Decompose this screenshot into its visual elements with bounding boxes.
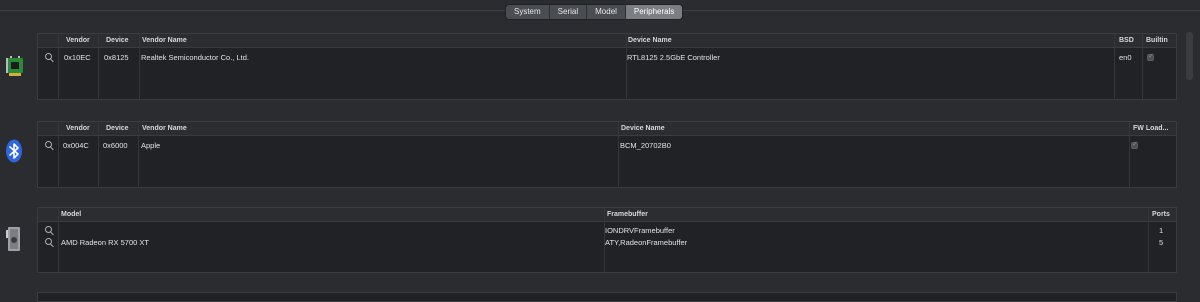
next-table <box>37 292 1177 302</box>
col-header-fw-load[interactable]: FW Load... <box>1133 123 1168 134</box>
column-divider <box>139 34 140 99</box>
col-header-builtin[interactable]: Builtin <box>1146 35 1168 46</box>
tab-peripherals[interactable]: Peripherals <box>624 5 683 19</box>
framebuffer-cell: IONDRVFramebuffer <box>605 226 675 235</box>
col-header-device[interactable]: Device <box>106 123 129 134</box>
ports-cell: 5 <box>1159 238 1164 247</box>
column-divider <box>98 122 99 187</box>
col-header-vendor[interactable]: Vendor <box>66 35 90 46</box>
vendor-cell: 0x10EC <box>64 53 91 62</box>
search-icon[interactable] <box>45 238 52 245</box>
graphics-table: Model Framebuffer Ports IONDRVFramebuffe… <box>37 207 1177 273</box>
column-divider <box>618 122 619 187</box>
bluetooth-icon <box>6 139 22 163</box>
col-header-device[interactable]: Device <box>106 35 129 46</box>
device-cell: 0x6000 <box>103 141 128 150</box>
network-table: Vendor Device Vendor Name Device Name BS… <box>37 33 1177 100</box>
col-header-vendor[interactable]: Vendor <box>66 123 90 134</box>
bsd-cell: en0 <box>1119 53 1132 62</box>
col-header-device-name[interactable]: Device Name <box>621 123 665 134</box>
fw-load-checkbox[interactable] <box>1131 140 1138 149</box>
table-header <box>38 34 1176 48</box>
column-divider <box>1114 34 1115 99</box>
table-header <box>38 122 1176 136</box>
search-icon[interactable] <box>45 226 52 233</box>
column-divider <box>58 208 59 272</box>
builtin-checkbox[interactable] <box>1147 52 1154 61</box>
column-divider <box>58 122 59 187</box>
scrollbar[interactable] <box>1186 32 1193 80</box>
framebuffer-cell: ATY,RadeonFramebuffer <box>605 238 688 247</box>
col-header-model[interactable]: Model <box>61 209 81 220</box>
vendor-name-cell: Apple <box>141 141 161 150</box>
search-icon[interactable] <box>45 141 52 148</box>
model-cell: AMD Radeon RX 5700 XT <box>61 238 149 247</box>
search-icon[interactable] <box>45 53 52 60</box>
col-header-ports[interactable]: Ports <box>1152 209 1170 220</box>
tab-serial[interactable]: Serial <box>548 5 586 19</box>
bluetooth-table: Vendor Device Vendor Name Device Name FW… <box>37 121 1177 188</box>
device-name-cell: RTL8125 2.5GbE Controller <box>627 53 720 62</box>
col-header-vendor-name[interactable]: Vendor Name <box>142 123 187 134</box>
column-divider <box>1148 208 1149 272</box>
device-name-cell: BCM_20702B0 <box>620 141 671 150</box>
column-divider <box>1142 34 1143 99</box>
ports-cell: 1 <box>1159 226 1164 235</box>
column-divider <box>58 34 59 99</box>
vendor-cell: 0x004C <box>63 141 89 150</box>
vendor-name-cell: Realtek Semiconductor Co., Ltd. <box>141 53 249 62</box>
col-header-framebuffer[interactable]: Framebuffer <box>607 209 648 220</box>
column-divider <box>138 122 139 187</box>
column-divider <box>98 34 99 99</box>
network-card-icon <box>6 56 23 76</box>
col-header-bsd[interactable]: BSD <box>1119 35 1134 46</box>
graphics-card-icon <box>6 227 20 251</box>
col-header-vendor-name[interactable]: Vendor Name <box>142 35 187 46</box>
tab-system[interactable]: System <box>506 5 549 19</box>
column-divider <box>626 34 627 99</box>
device-cell: 0x8125 <box>104 53 129 62</box>
column-divider <box>1129 122 1130 187</box>
section-tabs: System Serial Model Peripherals <box>505 4 684 20</box>
tab-model[interactable]: Model <box>586 5 625 19</box>
col-header-device-name[interactable]: Device Name <box>628 35 672 46</box>
